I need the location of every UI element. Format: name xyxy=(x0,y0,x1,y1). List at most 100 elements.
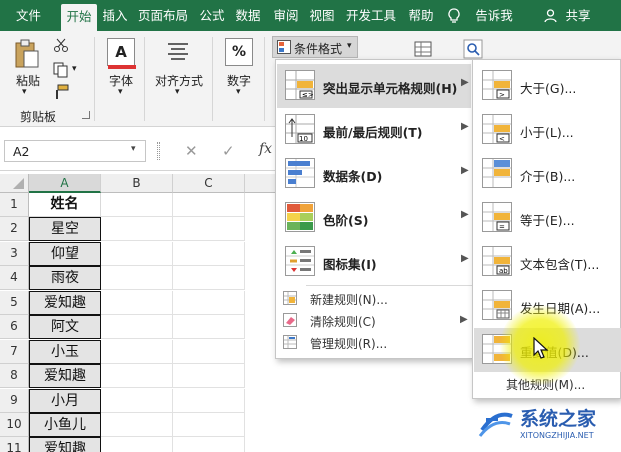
name-cell[interactable]: 爱知趣 xyxy=(29,291,101,315)
empty-cell[interactable] xyxy=(173,266,245,290)
empty-cell[interactable] xyxy=(173,437,245,452)
tab-formulas[interactable]: 公式 xyxy=(196,0,228,31)
font-icon[interactable]: A xyxy=(107,38,135,66)
column-header-c[interactable]: C xyxy=(173,174,245,193)
row-header[interactable]: 5 xyxy=(0,291,29,315)
row-header[interactable]: 10 xyxy=(0,413,29,437)
empty-cell[interactable] xyxy=(173,315,245,339)
row-header[interactable]: 7 xyxy=(0,340,29,364)
name-cell[interactable]: 小月 xyxy=(29,389,101,413)
submenu-item-equal-to[interactable]: = 等于(E)... xyxy=(474,196,621,240)
submenu-item-between[interactable]: 介于(B)... xyxy=(474,152,621,196)
formula-bar-grip[interactable] xyxy=(157,142,160,160)
tab-help[interactable]: 帮助 xyxy=(405,0,437,31)
copy-icon[interactable] xyxy=(53,62,69,78)
row-header[interactable]: 8 xyxy=(0,364,29,388)
submenu-item-less-than[interactable]: < 小于(L)... xyxy=(474,108,621,152)
name-cell[interactable]: 小玉 xyxy=(29,340,101,364)
name-cell[interactable]: 仰望 xyxy=(29,242,101,266)
tab-developer[interactable]: 开发工具 xyxy=(342,0,400,31)
row-header[interactable]: 2 xyxy=(0,217,29,241)
tab-page-layout[interactable]: 页面布局 xyxy=(134,0,192,31)
cut-icon[interactable] xyxy=(53,37,69,53)
empty-cell[interactable] xyxy=(101,242,173,266)
tab-share[interactable]: 共享 xyxy=(562,0,594,31)
column-header-a[interactable]: A xyxy=(29,174,101,193)
submenu-item-text-contains[interactable]: ab 文本包含(T)... xyxy=(474,240,621,284)
empty-cell[interactable] xyxy=(173,389,245,413)
empty-cell[interactable] xyxy=(101,217,173,241)
empty-cell[interactable] xyxy=(173,291,245,315)
dialog-launcher-icon[interactable] xyxy=(82,111,90,119)
menu-item-top-bottom-rules[interactable]: 10 最前/最后规则(T) ▶ xyxy=(277,108,471,152)
paste-button[interactable]: 粘贴 xyxy=(16,72,40,89)
row-header[interactable]: 3 xyxy=(0,242,29,266)
align-dropdown-icon[interactable]: ▾ xyxy=(175,87,180,97)
menu-item-clear-rules[interactable]: 清除规则(C) ▶ xyxy=(277,309,471,331)
name-cell[interactable]: 雨夜 xyxy=(29,266,101,290)
row-header[interactable]: 1 xyxy=(0,193,29,217)
name-box[interactable]: A2 ▾ xyxy=(4,140,146,162)
empty-cell[interactable] xyxy=(101,291,173,315)
name-box-dropdown-icon[interactable]: ▾ xyxy=(131,144,136,154)
insert-function-button[interactable]: fx xyxy=(259,141,272,157)
menu-item-highlight-cell-rules[interactable]: ≤> 突出显示单元格规则(H) ▶ xyxy=(277,64,471,108)
column-header-d[interactable] xyxy=(245,174,277,193)
name-cell[interactable]: 阿文 xyxy=(29,315,101,339)
empty-cell[interactable] xyxy=(101,340,173,364)
conditional-format-label: 条件格式 xyxy=(294,42,343,56)
name-cell[interactable]: 星空 xyxy=(29,217,101,241)
lightbulb-icon[interactable] xyxy=(445,0,463,31)
select-all-corner[interactable] xyxy=(0,174,29,193)
format-painter-icon[interactable] xyxy=(53,84,69,100)
row-header[interactable]: 4 xyxy=(0,266,29,290)
search-icon[interactable] xyxy=(463,39,483,59)
empty-cell[interactable] xyxy=(101,413,173,437)
column-header-b[interactable]: B xyxy=(101,174,173,193)
font-dropdown-icon[interactable]: ▾ xyxy=(118,87,123,97)
menu-item-color-scales[interactable]: 色阶(S) ▶ xyxy=(277,196,471,240)
menu-item-icon-sets[interactable]: 图标集(I) ▶ xyxy=(277,240,471,284)
header-cell-name[interactable]: 姓名 xyxy=(29,193,101,217)
conditional-format-button[interactable]: 条件格式 ▾ xyxy=(272,36,358,58)
menu-item-data-bars[interactable]: 数据条(D) ▶ xyxy=(277,152,471,196)
empty-cell[interactable] xyxy=(101,364,173,388)
cells-icon[interactable] xyxy=(413,39,433,59)
empty-cell[interactable] xyxy=(101,437,173,452)
empty-cell[interactable] xyxy=(101,193,173,217)
tab-view[interactable]: 视图 xyxy=(306,0,338,31)
menu-item-new-rule[interactable]: 新建规则(N)... xyxy=(277,287,471,309)
cancel-icon[interactable]: ✕ xyxy=(185,142,198,160)
empty-cell[interactable] xyxy=(101,315,173,339)
tab-review[interactable]: 审阅 xyxy=(270,0,302,31)
tab-data[interactable]: 数据 xyxy=(232,0,264,31)
row-header[interactable]: 9 xyxy=(0,389,29,413)
name-cell[interactable]: 爱知趣 xyxy=(29,437,101,452)
paste-icon[interactable] xyxy=(14,39,40,69)
empty-cell[interactable] xyxy=(173,364,245,388)
empty-cell[interactable] xyxy=(101,389,173,413)
align-icon[interactable] xyxy=(164,39,192,65)
percent-icon[interactable]: % xyxy=(225,38,253,66)
empty-cell[interactable] xyxy=(173,340,245,364)
tab-file[interactable]: 文件 xyxy=(0,0,57,31)
row-header[interactable]: 6 xyxy=(0,315,29,339)
empty-cell[interactable] xyxy=(173,413,245,437)
tab-home[interactable]: 开始 xyxy=(61,4,97,31)
name-cell[interactable]: 小鱼儿 xyxy=(29,413,101,437)
submenu-item-greater-than[interactable]: > 大于(G)... xyxy=(474,64,621,108)
paste-dropdown-icon[interactable]: ▾ xyxy=(22,87,27,97)
copy-dropdown-icon[interactable]: ▾ xyxy=(72,64,77,74)
empty-cell[interactable] xyxy=(101,266,173,290)
share-person-icon[interactable] xyxy=(543,0,557,31)
tab-tell-me[interactable]: 告诉我 xyxy=(472,0,516,31)
enter-check-icon[interactable]: ✓ xyxy=(222,142,235,160)
menu-item-manage-rules[interactable]: 管理规则(R)... xyxy=(277,331,471,353)
number-dropdown-icon[interactable]: ▾ xyxy=(236,87,241,97)
tab-insert[interactable]: 插入 xyxy=(99,0,131,31)
name-cell[interactable]: 爱知趣 xyxy=(29,364,101,388)
empty-cell[interactable] xyxy=(173,217,245,241)
empty-cell[interactable] xyxy=(173,193,245,217)
empty-cell[interactable] xyxy=(173,242,245,266)
row-header[interactable]: 11 xyxy=(0,437,29,452)
